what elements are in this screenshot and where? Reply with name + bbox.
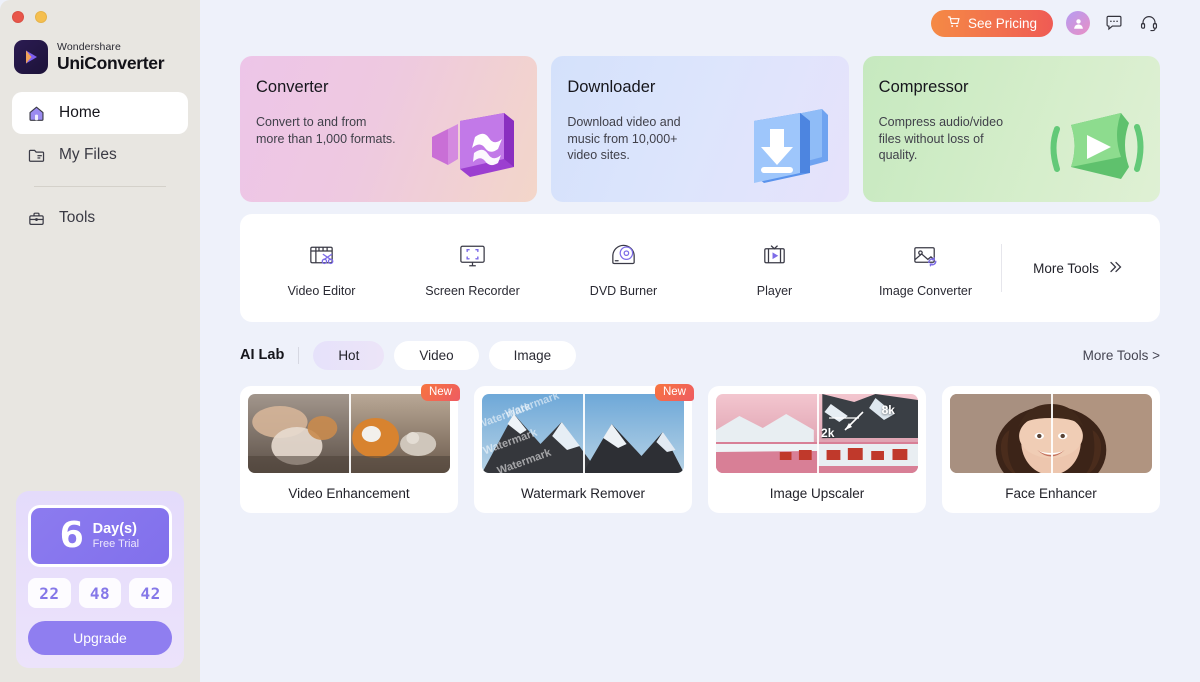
home-icon: [26, 103, 46, 123]
tool-video-editor[interactable]: Video Editor: [246, 239, 397, 298]
trial-countdown: 22 48 42: [28, 578, 173, 608]
sidebar: Wondershare UniConverter Home My Files T…: [0, 0, 200, 682]
headset-icon[interactable]: [1138, 12, 1160, 34]
free-trial-widget: 6 Day(s) Free Trial 22 48 42 Upgrade: [16, 491, 184, 668]
ai-card-thumbnail: 2k 8k: [716, 394, 918, 473]
feature-card-desc: Compress audio/video files without loss …: [878, 115, 1004, 163]
ai-lab-bar: AI Lab Hot Video Image More Tools >: [240, 336, 1160, 374]
ai-card-watermark-remover[interactable]: New Watermark Watermark Watermark Waterm…: [474, 384, 694, 513]
feature-card-downloader[interactable]: Downloader Download video and music from…: [551, 56, 849, 202]
sidebar-item-tools[interactable]: Tools: [12, 197, 188, 239]
brand-company: Wondershare: [57, 41, 121, 53]
tool-label: Screen Recorder: [425, 283, 520, 298]
ai-card-face-enhancer[interactable]: Face Enhancer: [942, 386, 1160, 513]
feature-card-converter[interactable]: Converter Convert to and from more than …: [240, 56, 538, 202]
more-tools-label: More Tools: [1033, 260, 1099, 276]
avatar[interactable]: [1066, 11, 1090, 35]
tools-row: Video Editor Screen Recorder DVD Burner …: [240, 214, 1160, 322]
minimize-window-button[interactable]: [35, 11, 47, 23]
tool-label: Player: [756, 283, 793, 298]
top-header: See Pricing: [240, 0, 1160, 46]
disc-icon: [607, 239, 641, 273]
monitor-frame-icon: [456, 239, 490, 273]
trial-free-label: Free Trial: [92, 538, 140, 551]
ai-card-video-enhancement[interactable]: New Video Enhancement: [240, 384, 460, 513]
countdown-seconds: 42: [129, 578, 173, 608]
window-controls: [0, 0, 200, 23]
main-content: See Pricing Converter Convert to and fro…: [200, 0, 1200, 682]
tool-label: Image Converter: [878, 283, 973, 298]
ai-lab-cards: New Video Enhancement New Watermark Wate…: [240, 384, 1160, 513]
folder-icon: [26, 145, 46, 165]
countdown-hours: 22: [28, 578, 71, 608]
before-after-divider: [1051, 394, 1053, 473]
before-after-divider: [817, 394, 819, 473]
ai-lab-title: AI Lab: [240, 347, 285, 363]
sidebar-divider: [34, 186, 166, 187]
ai-card-label: Video Enhancement: [288, 485, 410, 501]
upscale-to-label: 8k: [881, 403, 895, 418]
sidebar-item-home[interactable]: Home: [12, 92, 188, 134]
feature-card-compressor[interactable]: Compressor Compress audio/video files wi…: [862, 56, 1160, 202]
countdown-minutes: 48: [78, 578, 122, 608]
tool-label: DVD Burner: [589, 283, 658, 298]
trial-days-label: Day(s): [92, 520, 137, 537]
trial-days-badge: 6 Day(s) Free Trial: [28, 505, 172, 567]
ai-lab-divider: [298, 346, 300, 364]
sidebar-item-label: Home: [59, 104, 101, 121]
sidebar-item-label: My Files: [59, 146, 117, 163]
feature-cards: Converter Convert to and from more than …: [240, 56, 1160, 202]
see-pricing-label: See Pricing: [967, 15, 1037, 31]
tool-player[interactable]: Player: [699, 239, 850, 298]
ai-lab-tabs: Hot Video Image: [313, 340, 577, 370]
cart-icon: [947, 15, 961, 32]
upscale-arrow-icon: [829, 411, 864, 431]
ai-card-image-upscaler[interactable]: 2k 8k Image Upscaler: [708, 386, 926, 513]
image-refresh-icon: [909, 239, 943, 273]
video-camera-3d-icon: [418, 95, 523, 200]
tool-dvd-burner[interactable]: DVD Burner: [548, 239, 699, 298]
double-chevron-right-icon: [1107, 259, 1123, 278]
before-after-divider: [583, 394, 585, 473]
toolbox-icon: [26, 208, 46, 228]
more-tools-button[interactable]: More Tools: [1002, 259, 1154, 278]
close-window-button[interactable]: [12, 11, 24, 23]
tab-video[interactable]: Video: [394, 340, 479, 370]
sidebar-item-my-files[interactable]: My Files: [12, 134, 188, 176]
tool-image-converter[interactable]: Image Converter: [850, 239, 1001, 298]
ai-card-thumbnail: Watermark Watermark Watermark Watermark: [482, 394, 684, 473]
sidebar-nav: Home My Files Tools: [0, 92, 200, 239]
brand-product: UniConverter: [57, 52, 165, 73]
new-badge: New: [420, 384, 460, 401]
tool-label: Video Editor: [287, 283, 356, 298]
new-badge: New: [654, 384, 694, 401]
app-logo-icon: [14, 40, 48, 74]
chat-icon[interactable]: [1103, 12, 1125, 34]
upgrade-button[interactable]: Upgrade: [28, 621, 172, 655]
tab-hot[interactable]: Hot: [313, 340, 385, 370]
sidebar-item-label: Tools: [59, 209, 96, 226]
ai-lab-more-tools-link[interactable]: More Tools >: [1083, 348, 1160, 363]
before-after-divider: [349, 394, 351, 473]
tv-play-icon: [758, 239, 792, 273]
film-scissors-icon: [305, 239, 339, 273]
download-arrow-3d-icon: [730, 95, 835, 200]
feature-card-desc: Convert to and from more than 1,000 form…: [256, 115, 396, 146]
brand-logo: Wondershare UniConverter: [0, 23, 200, 74]
ai-card-label: Watermark Remover: [520, 485, 646, 501]
tab-image[interactable]: Image: [488, 340, 577, 370]
ai-card-label: Image Upscaler: [769, 485, 865, 501]
trial-days-number: 6: [59, 515, 86, 556]
ai-card-label: Face Enhancer: [1005, 485, 1097, 501]
ai-card-thumbnail: [950, 394, 1152, 473]
tool-screen-recorder[interactable]: Screen Recorder: [397, 239, 548, 298]
compress-play-3d-icon: [1041, 95, 1146, 200]
ai-card-thumbnail: [248, 394, 450, 473]
feature-card-desc: Download video and music from 10,000+ vi…: [567, 115, 681, 163]
see-pricing-button[interactable]: See Pricing: [930, 9, 1053, 37]
